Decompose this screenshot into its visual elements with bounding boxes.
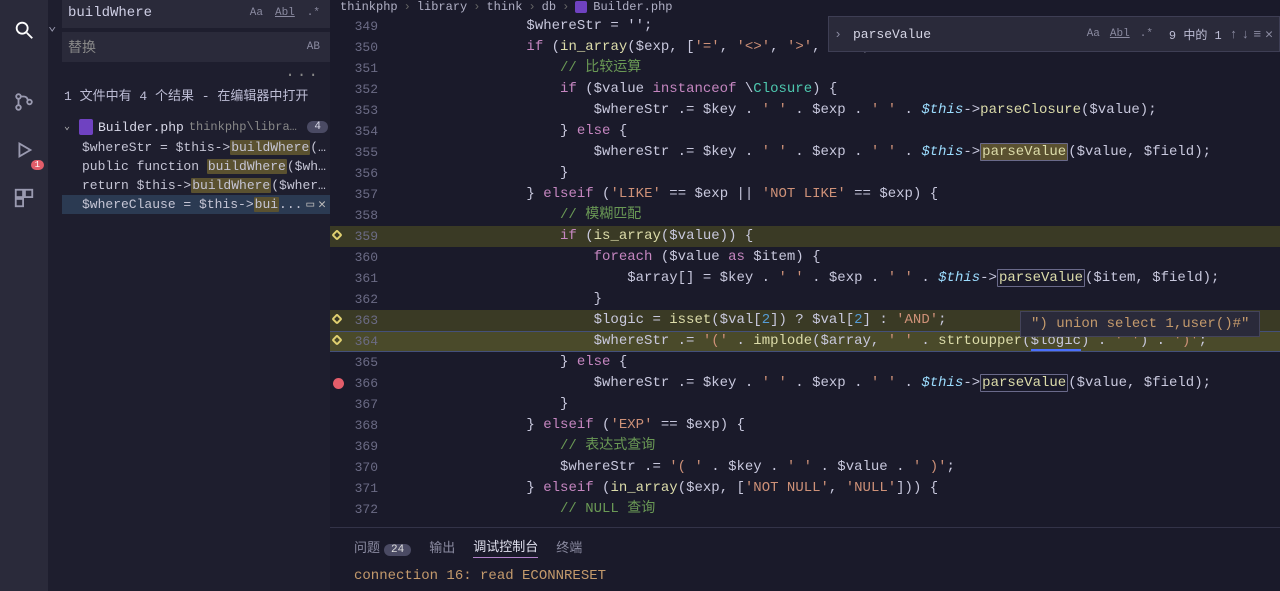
breadcrumb-item[interactable]: think: [486, 0, 522, 14]
search-file-path: thinkphp\library\t...: [189, 120, 303, 134]
next-match-icon[interactable]: ↓: [1242, 27, 1250, 42]
search-input-value: buildWhere: [68, 5, 246, 21]
search-result-item[interactable]: return $this->buildWhere($where->...: [62, 176, 330, 195]
tab-problems[interactable]: 问题24: [354, 535, 411, 558]
breadcrumb-item[interactable]: library: [417, 0, 467, 14]
debug-console-output: connection 16: read ECONNRESET: [330, 564, 1280, 588]
search-panel: buildWhere Aa Abl .* 替换 AB ··· 1 文件中有 4 …: [62, 0, 330, 591]
problems-count-badge: 24: [384, 544, 411, 556]
activity-bar: ⌄ 1: [0, 0, 48, 591]
find-in-selection-icon[interactable]: ≡: [1253, 27, 1261, 42]
breakpoint-icon[interactable]: [331, 334, 342, 345]
find-count: 9 中的 1: [1161, 26, 1230, 43]
regex-icon[interactable]: .*: [303, 5, 324, 21]
match-count-badge: 4: [307, 121, 328, 133]
search-result-item[interactable]: public function buildWhere($where, ...: [62, 157, 330, 176]
bottom-panel: 问题24 输出 调试控制台 终端 connection 16: read ECO…: [330, 527, 1280, 591]
debug-run-icon[interactable]: 1: [0, 126, 48, 174]
preserve-case-icon[interactable]: AB: [303, 39, 324, 55]
search-activity-icon[interactable]: [0, 6, 48, 54]
chevron-right-icon[interactable]: ›: [829, 27, 847, 42]
source-control-icon[interactable]: [0, 78, 48, 126]
breakpoint-icon[interactable]: [333, 378, 344, 389]
chevron-down-icon[interactable]: ⌄: [48, 18, 56, 35]
extensions-icon[interactable]: [0, 174, 48, 222]
search-result-item[interactable]: $whereClause = $this->bui... ▭ ✕: [62, 195, 330, 214]
chevron-down-icon[interactable]: ⌄: [64, 121, 74, 133]
breadcrumb-item[interactable]: Builder.php: [593, 0, 672, 14]
search-file-name: Builder.php: [98, 120, 184, 135]
tab-output[interactable]: 输出: [429, 535, 455, 558]
breakpoint-icon[interactable]: [331, 313, 342, 324]
breadcrumb-item[interactable]: thinkphp: [340, 0, 398, 14]
replace-placeholder: 替换: [68, 37, 303, 57]
close-icon[interactable]: ✕: [318, 197, 326, 212]
breakpoint-icon[interactable]: [331, 229, 342, 240]
more-options-icon[interactable]: ···: [62, 66, 330, 82]
dismiss-icon[interactable]: ▭: [306, 197, 314, 212]
search-input[interactable]: buildWhere Aa Abl .*: [62, 0, 330, 28]
tab-terminal[interactable]: 终端: [556, 535, 582, 558]
regex-icon[interactable]: .*: [1136, 26, 1157, 42]
match-case-icon[interactable]: Aa: [246, 5, 267, 21]
breadcrumb-item[interactable]: db: [542, 0, 556, 14]
php-file-icon: [575, 1, 587, 13]
breadcrumb[interactable]: thinkphp› library› think› db› Builder.ph…: [330, 0, 1280, 14]
match-word-icon[interactable]: Abl: [271, 5, 299, 21]
find-input[interactable]: parseValue: [847, 27, 1079, 42]
replace-input[interactable]: 替换 AB: [62, 32, 330, 62]
code-area[interactable]: 349 $whereStr = ''; 350 if (in_array($ex…: [330, 16, 1280, 527]
search-result-item[interactable]: $whereStr = $this->buildWhere($wh...: [62, 138, 330, 157]
editor-area: thinkphp› library› think› db› Builder.ph…: [330, 0, 1280, 591]
tab-debug-console[interactable]: 调试控制台: [473, 534, 538, 558]
match-case-icon[interactable]: Aa: [1083, 26, 1104, 42]
debug-badge: 1: [31, 160, 44, 170]
search-file-row[interactable]: ⌄ Builder.php thinkphp\library\t... 4: [62, 116, 330, 138]
debug-hover-tooltip: ") union select 1,user()#": [1020, 311, 1260, 337]
match-word-icon[interactable]: Abl: [1106, 26, 1134, 42]
php-file-icon: [79, 119, 93, 135]
find-widget: › parseValue Aa Abl .* 9 中的 1 ↑ ↓ ≡ ✕: [828, 16, 1280, 52]
prev-match-icon[interactable]: ↑: [1230, 27, 1238, 42]
close-icon[interactable]: ✕: [1265, 27, 1273, 42]
search-summary: 1 文件中有 4 个结果 - 在编辑器中打开: [62, 82, 330, 116]
